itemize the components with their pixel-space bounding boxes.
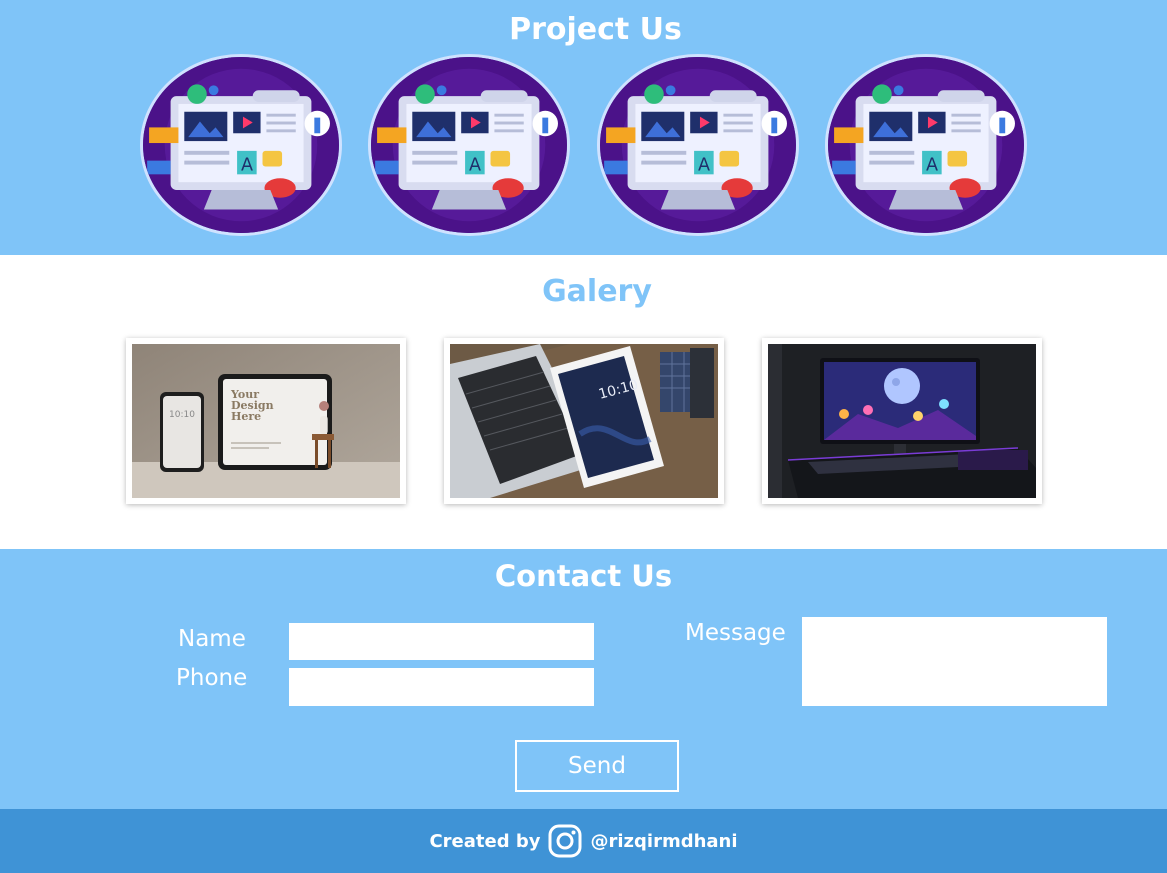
project-item-4[interactable]: A (825, 54, 1027, 236)
device-mockup-photo: 10:10 Your Design Here (132, 344, 400, 498)
gaming-setup-photo (768, 344, 1036, 498)
contact-title: Contact Us (494, 559, 673, 593)
message-textarea[interactable] (802, 617, 1107, 706)
footer: Created by @rizqirmdhani (0, 809, 1167, 873)
project-item-2[interactable]: A (368, 54, 570, 236)
contact-section: Contact Us Name Phone Message Send (0, 549, 1167, 809)
svg-text:A: A (241, 155, 253, 175)
laptop-tablet-photo: 10:10 (450, 344, 718, 498)
footer-prefix: Created by (429, 830, 541, 852)
web-design-monitor-icon: A (828, 57, 1024, 233)
gallery-photo-3[interactable] (762, 338, 1042, 504)
svg-text:A: A (926, 155, 938, 175)
mockup-text-line-3: Here (231, 410, 261, 423)
gallery-photo-1[interactable]: 10:10 Your Design Here (126, 338, 406, 504)
svg-text:A: A (698, 155, 710, 175)
project-title: Project Us (509, 12, 682, 47)
project-item-3[interactable]: A (597, 54, 799, 236)
phone-input[interactable] (289, 668, 594, 706)
web-design-monitor-icon: A (600, 57, 796, 233)
project-section: Project Us A A A A (0, 0, 1167, 255)
instagram-icon[interactable] (548, 824, 582, 858)
gallery-title: Galery (542, 274, 652, 309)
project-item-1[interactable]: A (140, 54, 342, 236)
message-label: Message (685, 620, 786, 646)
name-input[interactable] (289, 623, 594, 660)
phone-label: Phone (176, 665, 248, 691)
web-design-monitor-icon: A (371, 57, 567, 233)
send-button[interactable]: Send (515, 740, 679, 792)
gallery-photo-2[interactable]: 10:10 (444, 338, 724, 504)
svg-text:A: A (469, 155, 481, 175)
name-label: Name (178, 626, 246, 652)
instagram-handle-link[interactable]: @rizqirmdhani (590, 831, 737, 852)
phone-clock-text: 10:10 (169, 410, 195, 420)
web-design-monitor-icon: A (143, 57, 339, 233)
